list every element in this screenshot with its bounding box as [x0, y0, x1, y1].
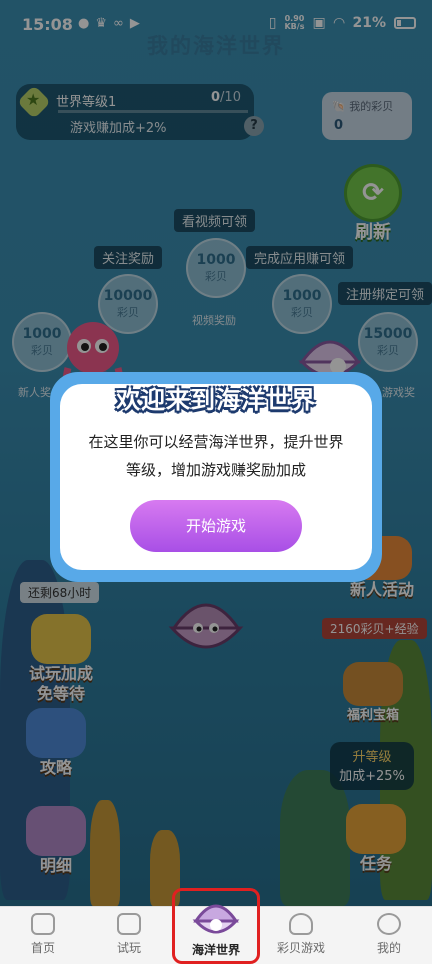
nav-shell-games-label: 彩贝游戏 — [276, 941, 325, 955]
nav-trial-label: 试玩 — [116, 941, 141, 955]
profile-icon — [377, 913, 401, 935]
gamepad-icon — [117, 913, 141, 935]
nav-home[interactable]: 首页 — [0, 907, 86, 964]
nav-mine[interactable]: 我的 — [346, 907, 432, 964]
start-game-button[interactable]: 开始游戏 — [130, 500, 302, 552]
nav-mine-label: 我的 — [376, 941, 401, 955]
home-icon — [31, 913, 55, 935]
welcome-dialog-title: 欢迎来到海洋世界 — [116, 386, 316, 414]
clam-tab-icon — [192, 904, 240, 934]
nav-ocean-world-label: 海洋世界 — [191, 943, 240, 957]
nav-trial[interactable]: 试玩 — [86, 907, 172, 964]
nav-shell-games[interactable]: 彩贝游戏 — [258, 907, 344, 964]
nav-home-label: 首页 — [30, 941, 55, 955]
nav-ocean-world[interactable]: 海洋世界 — [172, 888, 260, 964]
welcome-dialog-text: 在这里你可以经营海洋世界，提升世界等级，增加游戏赚奖励加成 — [88, 433, 344, 479]
shell-icon — [289, 913, 313, 935]
